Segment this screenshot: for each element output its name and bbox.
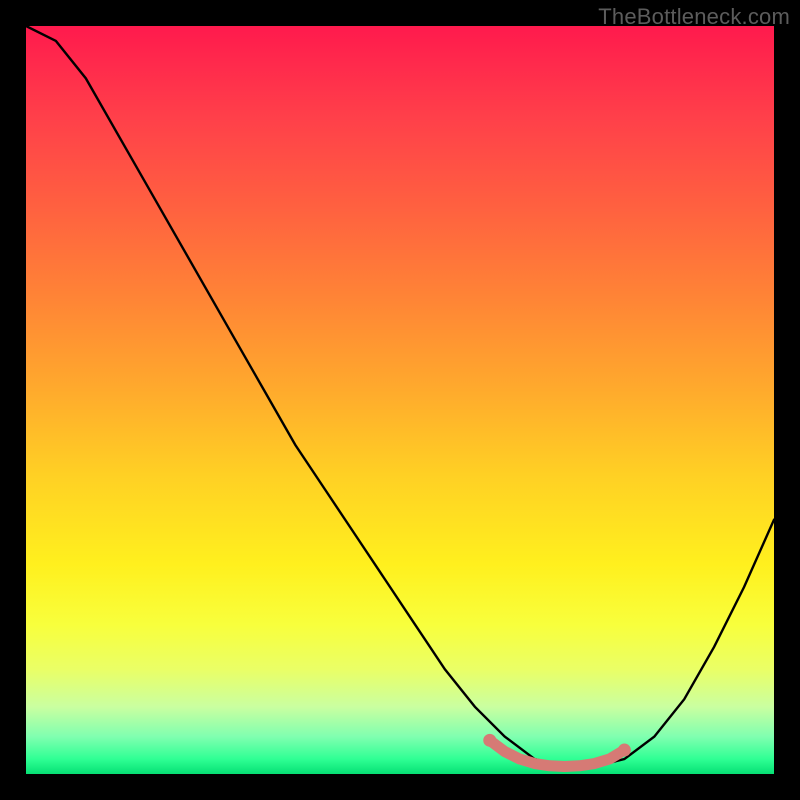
chart-frame: TheBottleneck.com <box>0 0 800 800</box>
optimal-range-marker <box>26 26 774 774</box>
plot-area <box>26 26 774 774</box>
optimal-range-start-dot <box>483 734 496 747</box>
optimal-range-end-dot <box>618 744 631 757</box>
optimal-range-path <box>490 740 625 766</box>
watermark-text: TheBottleneck.com <box>598 4 790 30</box>
